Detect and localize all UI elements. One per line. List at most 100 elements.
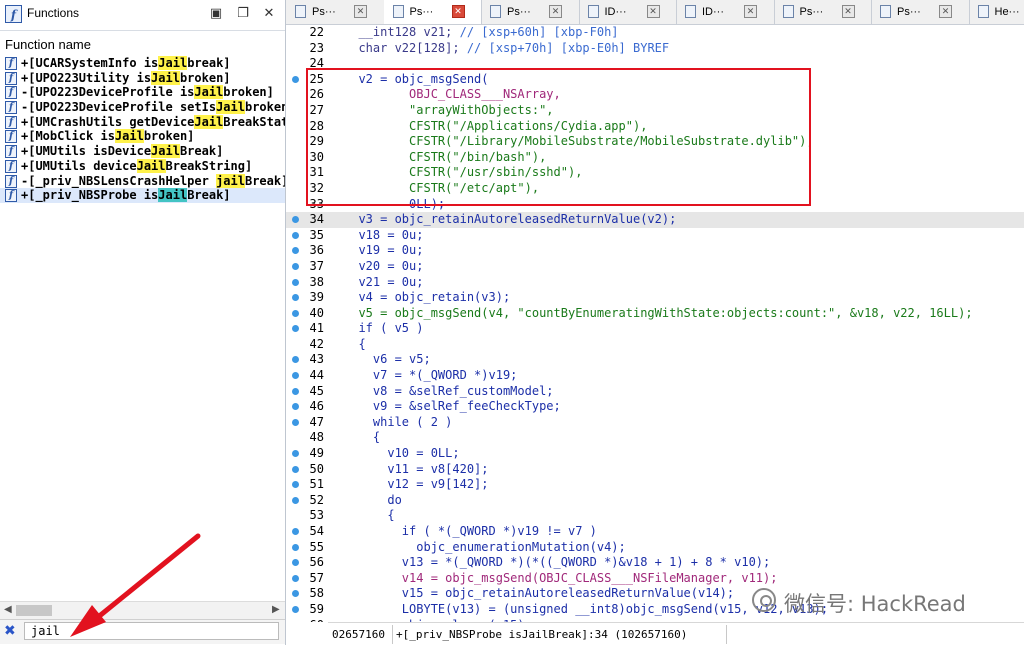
breakpoint-dot-icon[interactable] xyxy=(292,419,299,426)
function-list-item[interactable]: f-[_priv_NBSLensCrashHelper jailBreak] xyxy=(0,174,285,189)
code-text: v21 = 0u; xyxy=(344,275,423,289)
tab-6[interactable]: Ps···✕ xyxy=(774,0,873,24)
close-icon[interactable]: ✕ xyxy=(261,6,277,22)
code-line[interactable]: 48 { xyxy=(286,430,1024,446)
code-line[interactable]: 57 v14 = objc_msgSend(OBJC_CLASS___NSFil… xyxy=(286,571,1024,587)
breakpoint-dot-icon[interactable] xyxy=(292,216,299,223)
breakpoint-dot-icon[interactable] xyxy=(292,528,299,535)
code-line[interactable]: 46 v9 = &selRef_feeCheckType; xyxy=(286,399,1024,415)
tab-2[interactable]: Ps···✕ xyxy=(384,0,483,24)
code-text: v4 = objc_retain(v3); xyxy=(344,290,510,304)
tab-3[interactable]: Ps···✕ xyxy=(481,0,580,24)
search-input[interactable] xyxy=(24,622,279,640)
line-number: 39 xyxy=(302,290,324,304)
breakpoint-dot-icon[interactable] xyxy=(292,76,299,83)
tab-close-icon[interactable]: ✕ xyxy=(354,5,367,18)
tab-close-icon[interactable]: ✕ xyxy=(842,5,855,18)
function-list-item[interactable]: f+[MobClick isJailbroken] xyxy=(0,129,285,144)
breakpoint-dot-icon[interactable] xyxy=(292,606,299,613)
function-list-item[interactable]: f+[_priv_NBSProbe isJailBreak] xyxy=(0,188,285,203)
tab-8[interactable]: He··· xyxy=(969,0,1024,24)
tab-7[interactable]: Ps···✕ xyxy=(871,0,970,24)
breakpoint-dot-icon[interactable] xyxy=(292,263,299,270)
code-line[interactable]: 52 do xyxy=(286,493,1024,509)
code-line[interactable]: 42 { xyxy=(286,337,1024,353)
code-line[interactable]: 44 v7 = *(_QWORD *)v19; xyxy=(286,368,1024,384)
code-text: v3 = objc_retainAutoreleasedReturnValue(… xyxy=(344,212,676,226)
breakpoint-dot-icon[interactable] xyxy=(292,466,299,473)
scrollbar-thumb[interactable] xyxy=(16,605,52,616)
code-line[interactable]: 50 v11 = v8[420]; xyxy=(286,462,1024,478)
code-line[interactable]: 45 v8 = &selRef_customModel; xyxy=(286,384,1024,400)
line-number: 60 xyxy=(302,618,324,622)
breakpoint-dot-icon[interactable] xyxy=(292,356,299,363)
breakpoint-dot-icon[interactable] xyxy=(292,372,299,379)
breakpoint-dot-icon[interactable] xyxy=(292,590,299,597)
tab-close-icon[interactable]: ✕ xyxy=(647,5,660,18)
code-line[interactable]: 55 objc_enumerationMutation(v4); xyxy=(286,540,1024,556)
tab-5[interactable]: ID···✕ xyxy=(676,0,775,24)
document-icon xyxy=(490,5,501,18)
breakpoint-dot-icon[interactable] xyxy=(292,497,299,504)
breakpoint-dot-icon[interactable] xyxy=(292,294,299,301)
breakpoint-dot-icon[interactable] xyxy=(292,481,299,488)
breakpoint-dot-icon[interactable] xyxy=(292,388,299,395)
code-line[interactable]: 40 v5 = objc_msgSend(v4, "countByEnumera… xyxy=(286,306,1024,322)
code-line[interactable]: 41 if ( v5 ) xyxy=(286,321,1024,337)
horizontal-scrollbar[interactable]: ◀ ▶ xyxy=(0,601,285,619)
function-list-item[interactable]: f-[UPO223DeviceProfile isJailbroken] xyxy=(0,85,285,100)
code-line[interactable]: 37 v20 = 0u; xyxy=(286,259,1024,275)
function-name-suffix: broken] xyxy=(223,85,274,99)
restore-icon[interactable]: ❐ xyxy=(235,6,251,22)
code-line[interactable]: 49 v10 = 0LL; xyxy=(286,446,1024,462)
code-line[interactable]: 43 v6 = v5; xyxy=(286,352,1024,368)
tab-close-icon[interactable]: ✕ xyxy=(744,5,757,18)
clear-search-icon[interactable]: ✖ xyxy=(4,623,16,639)
breakpoint-dot-icon[interactable] xyxy=(292,575,299,582)
code-line[interactable]: 22 __int128 v21; // [xsp+60h] [xbp-F0h] xyxy=(286,25,1024,41)
breakpoint-dot-icon[interactable] xyxy=(292,450,299,457)
breakpoint-dot-icon[interactable] xyxy=(292,232,299,239)
breakpoint-dot-icon[interactable] xyxy=(292,247,299,254)
scroll-right-icon[interactable]: ▶ xyxy=(272,604,280,615)
function-list-item[interactable]: f+[UMUtils isDeviceJailBreak] xyxy=(0,144,285,159)
code-line[interactable]: 56 v13 = *(_QWORD *)(*((_QWORD *)&v18 + … xyxy=(286,555,1024,571)
code-line[interactable]: 53 { xyxy=(286,508,1024,524)
breakpoint-dot-icon[interactable] xyxy=(292,559,299,566)
code-line[interactable]: 23 char v22[128]; // [xsp+70h] [xbp-E0h]… xyxy=(286,41,1024,57)
code-line[interactable]: 35 v18 = 0u; xyxy=(286,228,1024,244)
function-name-suffix: Break] xyxy=(180,144,223,158)
tab-close-icon[interactable]: ✕ xyxy=(939,5,952,18)
watermark-text: 微信号: HackRead xyxy=(784,588,966,618)
tab-4[interactable]: ID···✕ xyxy=(579,0,678,24)
column-header-function-name[interactable]: Function name xyxy=(5,37,91,52)
scroll-left-icon[interactable]: ◀ xyxy=(4,604,12,615)
tab-close-icon[interactable]: ✕ xyxy=(452,5,465,18)
breakpoint-dot-icon[interactable] xyxy=(292,310,299,317)
tab-close-icon[interactable]: ✕ xyxy=(549,5,562,18)
breakpoint-dot-icon[interactable] xyxy=(292,403,299,410)
function-list-item[interactable]: f-[UPO223DeviceProfile setIsJailbroken:] xyxy=(0,100,285,115)
function-list-item[interactable]: f+[UMUtils deviceJailBreakString] xyxy=(0,159,285,174)
status-bar: 02657160 +[_priv_NBSProbe isJailBreak]:3… xyxy=(328,622,1024,646)
breakpoint-dot-icon[interactable] xyxy=(292,325,299,332)
code-line[interactable]: 38 v21 = 0u; xyxy=(286,275,1024,291)
function-list-item[interactable]: f+[UCARSystemInfo isJailbreak] xyxy=(0,56,285,71)
function-list-item[interactable]: f+[UMCrashUtils getDeviceJailBreakStatus… xyxy=(0,115,285,130)
function-list: f+[UCARSystemInfo isJailbreak]f+[UPO223U… xyxy=(0,56,285,601)
code-line[interactable]: 34 v3 = objc_retainAutoreleasedReturnVal… xyxy=(286,212,1024,228)
code-line[interactable]: 51 v12 = v9[142]; xyxy=(286,477,1024,493)
function-name-suffix: Break] xyxy=(187,188,230,202)
code-text: objc_enumerationMutation(v4); xyxy=(344,540,626,554)
breakpoint-dot-icon[interactable] xyxy=(292,279,299,286)
breakpoint-dot-icon[interactable] xyxy=(292,544,299,551)
code-line[interactable]: 54 if ( *(_QWORD *)v19 != v7 ) xyxy=(286,524,1024,540)
code-line[interactable]: 36 v19 = 0u; xyxy=(286,243,1024,259)
document-icon xyxy=(393,5,404,18)
minimize-icon[interactable]: ▣ xyxy=(208,6,224,22)
function-list-item[interactable]: f+[UPO223Utility isJailbroken] xyxy=(0,71,285,86)
code-line[interactable]: 39 v4 = objc_retain(v3); xyxy=(286,290,1024,306)
tab-1[interactable]: Ps···✕ xyxy=(286,0,385,24)
code-line[interactable]: 47 while ( 2 ) xyxy=(286,415,1024,431)
code-text: { xyxy=(344,430,380,444)
